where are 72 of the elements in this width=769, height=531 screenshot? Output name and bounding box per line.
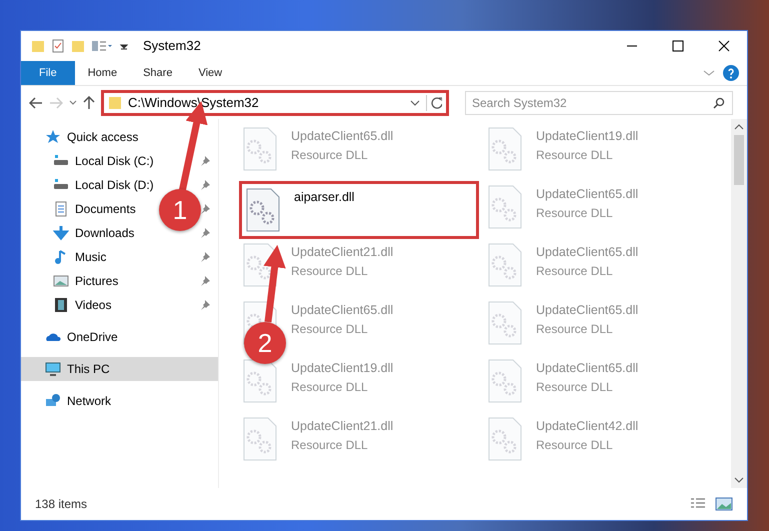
file-type: Resource DLL <box>291 262 369 280</box>
window-title: System32 <box>143 37 201 56</box>
film-icon <box>53 297 69 313</box>
monitor-icon <box>45 361 61 377</box>
scroll-up-icon[interactable] <box>734 123 744 131</box>
document-icon <box>53 201 69 217</box>
up-arrow-icon[interactable] <box>83 96 95 110</box>
pin-icon[interactable] <box>200 300 210 310</box>
gear-file-icon <box>488 417 522 461</box>
sidebar-item[interactable]: This PC <box>21 357 218 381</box>
search-field[interactable]: Search System32 <box>465 90 733 114</box>
pin-icon[interactable] <box>200 276 210 286</box>
file-type: Resource DLL <box>291 146 369 164</box>
pin-icon[interactable] <box>200 180 210 190</box>
pin-icon[interactable] <box>200 204 210 214</box>
sidebar-item[interactable]: Videos <box>75 298 112 312</box>
address-bar[interactable]: C:\Windows\System32 <box>101 90 449 116</box>
file-type: Resource DLL <box>536 262 614 280</box>
gear-file-icon <box>488 301 522 345</box>
folder-icon <box>108 96 122 110</box>
gear-file-icon <box>488 127 522 171</box>
file-type: Resource DLL <box>291 378 369 396</box>
gear-file-icon <box>488 185 522 229</box>
network-icon <box>45 393 61 409</box>
ribbon-tab[interactable]: View <box>185 61 236 85</box>
sidebar-item[interactable]: Quick access <box>21 125 218 149</box>
pin-icon[interactable] <box>200 228 210 238</box>
pin-icon[interactable] <box>200 252 210 262</box>
ribbon-tab[interactable]: File <box>21 61 75 85</box>
ribbon-tab[interactable]: Home <box>74 61 130 85</box>
gear-file-icon <box>243 417 277 461</box>
file-type: Resource DLL <box>291 436 369 454</box>
sidebar-item[interactable]: Documents <box>75 202 136 216</box>
gear-file-icon <box>246 188 280 232</box>
file-type: Resource DLL <box>536 320 614 338</box>
gear-file-icon <box>243 359 277 403</box>
back-arrow-icon[interactable] <box>29 96 43 108</box>
dropdown-caret-icon[interactable] <box>410 98 420 106</box>
file-item[interactable]: aiparser.dll <box>239 181 479 239</box>
large-icons-view-icon[interactable] <box>715 497 733 511</box>
item-count: 138 items <box>35 496 88 513</box>
file-type: Resource DLL <box>536 204 614 222</box>
help-icon[interactable] <box>723 65 739 81</box>
gear-file-icon <box>488 243 522 287</box>
recent-locations-caret-icon[interactable] <box>69 100 77 106</box>
properties-icon[interactable] <box>51 39 65 53</box>
expand-ribbon-icon[interactable] <box>703 68 715 78</box>
ribbon-tab[interactable]: Share <box>130 61 186 85</box>
view-menu-icon[interactable] <box>91 39 113 53</box>
file-type: Resource DLL <box>536 436 614 454</box>
gear-file-icon <box>243 243 277 287</box>
picture-icon <box>53 273 69 289</box>
sidebar-item[interactable]: OneDrive <box>21 325 218 349</box>
star-icon <box>45 129 61 145</box>
gear-file-icon <box>488 359 522 403</box>
pin-icon[interactable] <box>200 156 210 166</box>
gear-file-icon <box>243 127 277 171</box>
sidebar-item[interactable]: Downloads <box>75 226 134 240</box>
sidebar-item[interactable]: Music <box>75 250 106 264</box>
down-arrow-icon <box>53 225 69 241</box>
refresh-icon[interactable] <box>426 94 442 110</box>
scrollbar-thumb[interactable] <box>734 135 744 185</box>
sidebar-item[interactable]: Local Disk (C:) <box>75 154 154 168</box>
file-type: Resource DLL <box>536 146 614 164</box>
sidebar-item[interactable]: Pictures <box>75 274 118 288</box>
sidebar-item[interactable]: Local Disk (D:) <box>75 178 154 192</box>
search-icon[interactable] <box>713 96 725 108</box>
scroll-down-icon[interactable] <box>734 476 744 484</box>
file-type: Resource DLL <box>291 320 369 338</box>
file-type: Resource DLL <box>536 378 614 396</box>
file-name[interactable]: aiparser.dll <box>294 188 354 207</box>
sidebar-item[interactable]: Network <box>21 389 218 413</box>
